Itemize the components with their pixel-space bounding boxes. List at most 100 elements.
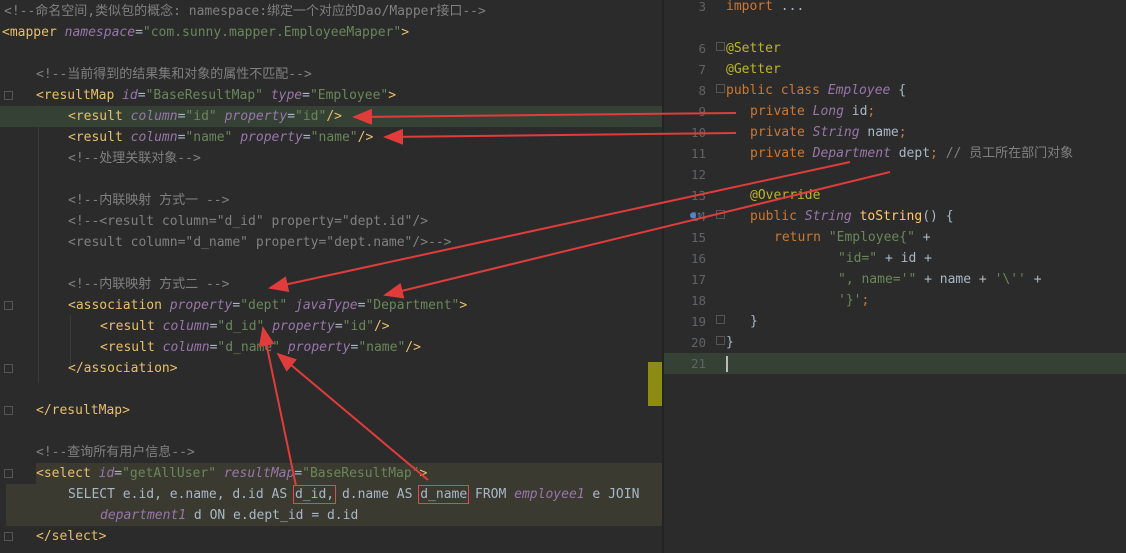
code-token: property bbox=[224, 109, 288, 124]
line-number: 20 bbox=[690, 335, 706, 350]
left-editor-xml[interactable]: <!--命名空间,类似包的概念: namespace:绑定一个对应的Dao/Ma… bbox=[0, 0, 662, 553]
code-token: String bbox=[812, 125, 860, 140]
fold-marker[interactable] bbox=[716, 336, 725, 345]
line-number: 17 bbox=[690, 272, 706, 287]
code-line[interactable]: <select id="getAllUser" resultMap="BaseR… bbox=[36, 463, 662, 484]
code-text: </resultMap> bbox=[36, 400, 130, 421]
right-editor-java[interactable]: 3 import ... 6 @Setter 7 @Getter 8 public class… bbox=[664, 0, 1126, 553]
scrollbar-marker[interactable] bbox=[648, 362, 662, 406]
code-token: private bbox=[750, 146, 813, 161]
code-line[interactable]: 13 @Override bbox=[664, 185, 1126, 206]
code-line[interactable] bbox=[0, 43, 662, 64]
code-line[interactable]: department1 d ON e.dept_id = d.id bbox=[6, 505, 662, 526]
code-line[interactable]: <association property="dept" javaType="D… bbox=[0, 295, 662, 316]
code-line[interactable]: <!--查询所有用户信息--> bbox=[0, 442, 662, 463]
code-line[interactable]: 18 '}'; bbox=[664, 290, 1126, 311]
code-line[interactable]: <!--当前得到的结果集和对象的属性不匹配--> bbox=[0, 64, 662, 85]
code-token: <result bbox=[68, 130, 131, 145]
fold-marker[interactable] bbox=[716, 42, 725, 51]
fold-marker[interactable] bbox=[716, 210, 725, 219]
code-line[interactable]: 11 private Department dept; // 员工所在部门对象 bbox=[664, 143, 1126, 164]
code-line[interactable]: <result column="d_id" property="id"/> bbox=[0, 316, 662, 337]
code-line[interactable]: 19} bbox=[664, 311, 1126, 332]
code-line[interactable]: </select> bbox=[0, 526, 662, 547]
code-line[interactable]: 20} bbox=[664, 332, 1126, 353]
code-line[interactable]: 16 "id=" + id + bbox=[664, 248, 1126, 269]
code-line[interactable]: 17 ", name='" + name + '\'' + bbox=[664, 269, 1126, 290]
code-token: > bbox=[459, 298, 468, 313]
code-token: Department bbox=[812, 146, 891, 161]
code-token: <resultMap bbox=[36, 88, 123, 103]
code-text: <result column="name" property="name"/> bbox=[68, 127, 373, 148]
code-token: <!--查询所有用户信息--> bbox=[36, 445, 195, 460]
code-line[interactable]: <!--内联映射 方式一 --> bbox=[0, 190, 662, 211]
code-line[interactable]: <!--<result column="d_id" property="dept… bbox=[0, 211, 662, 232]
code-token: "Employee" bbox=[309, 88, 389, 103]
code-token: <!--当前得到的结果集和对象的属性不匹配--> bbox=[36, 67, 312, 82]
code-line[interactable]: 6 @Setter bbox=[664, 38, 1126, 59]
fold-marker[interactable] bbox=[4, 364, 13, 373]
code-token: <!--处理关联对象--> bbox=[68, 151, 201, 166]
code-line[interactable]: <!--命名空间,类似包的概念: namespace:绑定一个对应的Dao/Ma… bbox=[0, 1, 662, 22]
code-line[interactable]: <mapper namespace="com.sunny.mapper.Empl… bbox=[0, 22, 662, 43]
fold-marker[interactable] bbox=[716, 315, 725, 324]
code-line[interactable]: 21 bbox=[664, 353, 1126, 374]
code-line[interactable]: 15 return "Employee{" + bbox=[664, 227, 1126, 248]
code-line[interactable]: SELECT e.id, e.name, d.id AS d_id, d.nam… bbox=[6, 484, 662, 505]
code-token: /> bbox=[357, 130, 374, 145]
code-text: <!--命名空间,类似包的概念: namespace:绑定一个对应的Dao/Ma… bbox=[4, 1, 486, 22]
code-line[interactable]: <!--处理关联对象--> bbox=[0, 148, 662, 169]
code-line[interactable] bbox=[0, 379, 662, 400]
fold-marker[interactable] bbox=[4, 91, 13, 100]
code-line[interactable]: 8 public class Employee { bbox=[664, 80, 1126, 101]
fold-marker[interactable] bbox=[716, 84, 725, 93]
code-token: ... bbox=[780, 0, 805, 14]
code-token: = bbox=[135, 25, 143, 40]
code-line[interactable]: <resultMap id="BaseResultMap" type="Empl… bbox=[0, 85, 662, 106]
code-token: "id=" bbox=[838, 251, 878, 266]
code-line[interactable]: <result column="id" property="id"/> bbox=[0, 106, 662, 127]
override-gutter-icon[interactable]: ●↑ bbox=[690, 210, 702, 221]
code-line[interactable]: 12 bbox=[664, 164, 1126, 185]
code-text: ", name='" + name + '\'' + bbox=[838, 269, 1042, 290]
code-line[interactable] bbox=[0, 169, 662, 190]
code-token: "d_id" bbox=[217, 319, 273, 334]
code-token: name bbox=[859, 125, 899, 140]
code-token: FROM bbox=[467, 487, 515, 502]
code-line[interactable]: </association> bbox=[0, 358, 662, 379]
code-line[interactable] bbox=[0, 421, 662, 442]
code-token: id bbox=[98, 466, 115, 481]
code-line[interactable]: <result column="d_name" property="dept.n… bbox=[0, 232, 662, 253]
fold-marker[interactable] bbox=[4, 532, 13, 541]
line-number: 10 bbox=[690, 125, 706, 140]
code-line[interactable]: <result column="name" property="name"/> bbox=[0, 127, 662, 148]
code-token: property bbox=[169, 298, 233, 313]
code-token: ; bbox=[930, 146, 938, 161]
code-text: <!--内联映射 方式二 --> bbox=[68, 274, 229, 295]
code-token: = bbox=[137, 88, 146, 103]
code-line[interactable]: 9 private Long id; bbox=[664, 101, 1126, 122]
code-line[interactable]: 14 public String toString() { bbox=[664, 206, 1126, 227]
code-token: id bbox=[122, 88, 138, 103]
code-token: = bbox=[294, 466, 303, 481]
line-number: 8 bbox=[698, 83, 706, 98]
code-line[interactable] bbox=[0, 253, 662, 274]
code-line[interactable]: 10 private String name; bbox=[664, 122, 1126, 143]
code-text: private String name; bbox=[750, 122, 907, 143]
code-line[interactable]: <!--内联映射 方式二 --> bbox=[0, 274, 662, 295]
fold-marker[interactable] bbox=[4, 469, 13, 478]
code-line[interactable]: <result column="d_name" property="name"/… bbox=[0, 337, 662, 358]
code-line[interactable] bbox=[664, 17, 1126, 38]
code-token: d.name AS bbox=[334, 487, 421, 502]
code-token: department1 bbox=[100, 508, 187, 523]
code-line[interactable]: 3 import ... bbox=[664, 0, 1126, 17]
code-token: } bbox=[726, 335, 734, 350]
code-token: // 员工所在部门对象 bbox=[937, 146, 1074, 161]
code-line[interactable]: 7 @Getter bbox=[664, 59, 1126, 80]
fold-marker[interactable] bbox=[4, 406, 13, 415]
code-token: "BaseResultMap" bbox=[302, 466, 420, 481]
sql-alias-highlight: d_id, bbox=[292, 485, 337, 504]
code-line[interactable]: </resultMap> bbox=[0, 400, 662, 421]
code-token: "com.sunny.mapper.EmployeeMapper" bbox=[142, 25, 402, 40]
fold-marker[interactable] bbox=[4, 301, 13, 310]
